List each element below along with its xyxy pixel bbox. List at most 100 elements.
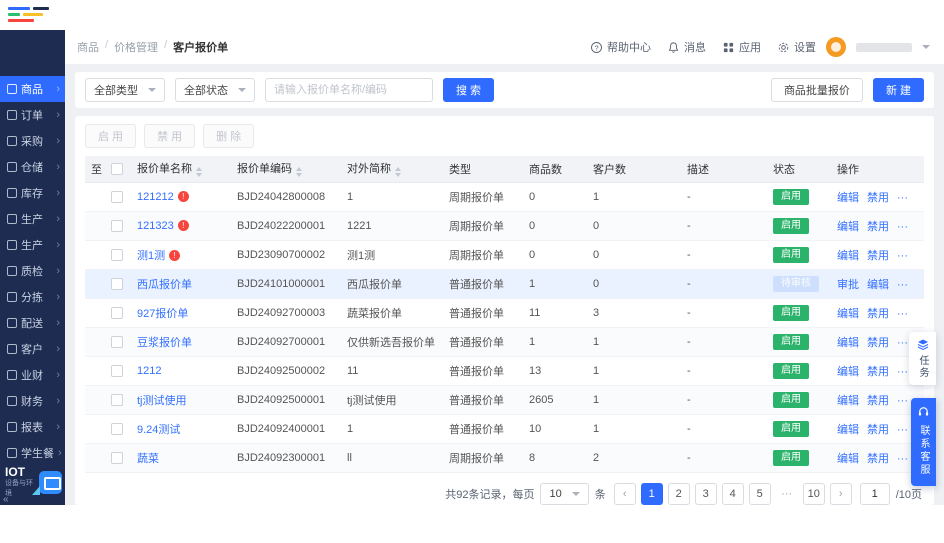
chevron-down-icon[interactable] [922, 45, 930, 49]
op-link[interactable]: 禁用 [867, 250, 889, 262]
disable-button[interactable]: 禁 用 [144, 124, 196, 148]
op-link[interactable]: 编辑 [837, 337, 859, 349]
sidebar-item-5[interactable]: 生产 › [0, 206, 65, 232]
op-link[interactable]: ··· [897, 395, 908, 407]
op-link[interactable]: 禁用 [867, 395, 889, 407]
topbar-action-help[interactable]: ? 帮助中心 [590, 39, 651, 55]
op-link[interactable]: 编辑 [867, 279, 889, 291]
tasks-float-button[interactable]: 任务 [909, 332, 936, 385]
next-page-button[interactable]: › [829, 482, 852, 505]
op-link[interactable]: 编辑 [837, 250, 859, 262]
quote-name-link[interactable]: 1212 [137, 365, 161, 377]
sidebar-item-12[interactable]: 财务 › [0, 388, 65, 414]
sidebar-item-14[interactable]: 学生餐 › [0, 440, 65, 466]
sidebar-item-7[interactable]: 质检 › [0, 258, 65, 284]
row-checkbox[interactable] [111, 306, 123, 319]
op-link[interactable]: ··· [897, 337, 908, 349]
page-button[interactable]: 2 [667, 482, 690, 505]
quote-name-link[interactable]: 927报价单 [137, 308, 188, 320]
op-link[interactable]: 编辑 [837, 308, 859, 320]
op-link[interactable]: ··· [897, 279, 908, 291]
sidebar-item-3[interactable]: 仓储 › [0, 154, 65, 180]
op-link[interactable]: 编辑 [837, 395, 859, 407]
op-link[interactable]: 禁用 [867, 192, 889, 204]
op-link[interactable]: 禁用 [867, 337, 889, 349]
sidebar-item-11[interactable]: 业财 › [0, 362, 65, 388]
sidebar-item-13[interactable]: 报表 › [0, 414, 65, 440]
quote-name-link[interactable]: 豆浆报价单 [137, 337, 192, 349]
sidebar-collapse-icon[interactable]: « [3, 494, 9, 505]
sidebar-item-2[interactable]: 采购 › [0, 128, 65, 154]
topbar-action-gear[interactable]: 设置 [777, 39, 816, 55]
quote-name-link[interactable]: 121212 [137, 191, 174, 203]
quote-name-link[interactable]: 西瓜报价单 [137, 279, 192, 291]
iot-device-icon[interactable] [32, 470, 62, 495]
op-link[interactable]: 禁用 [867, 424, 889, 436]
breadcrumb-item[interactable]: 商品 [77, 39, 99, 55]
op-link[interactable]: ··· [897, 250, 908, 262]
sidebar-item-8[interactable]: 分拣 › [0, 284, 65, 310]
row-checkbox[interactable] [111, 219, 123, 232]
op-link[interactable]: 编辑 [837, 424, 859, 436]
op-link[interactable]: 编辑 [837, 221, 859, 233]
sidebar-item-4[interactable]: 库存 › [0, 180, 65, 206]
enable-button[interactable]: 启 用 [85, 124, 137, 148]
create-button[interactable]: 新 建 [872, 78, 924, 102]
search-input[interactable] [265, 78, 433, 102]
delete-button[interactable]: 删 除 [203, 124, 255, 148]
quote-name-link[interactable]: 9.24测试 [137, 424, 180, 436]
topbar-action-bell[interactable]: 消息 [667, 39, 706, 55]
batch-quote-button[interactable]: 商品批量报价 [770, 78, 863, 102]
expand-all-header[interactable]: 至 [85, 156, 105, 183]
breadcrumb-item[interactable]: 价格管理 [114, 39, 158, 55]
page-button[interactable]: 1 [640, 482, 663, 505]
select-all-checkbox[interactable] [111, 162, 123, 175]
op-link[interactable]: 禁用 [867, 308, 889, 320]
sidebar-item-9[interactable]: 配送 › [0, 310, 65, 336]
page-button[interactable]: 4 [721, 482, 744, 505]
op-link[interactable]: ··· [897, 453, 908, 465]
op-link[interactable]: ··· [897, 366, 908, 378]
row-checkbox[interactable] [111, 422, 123, 435]
row-checkbox[interactable] [111, 335, 123, 348]
sort-icon[interactable] [395, 167, 401, 178]
op-link[interactable]: 编辑 [837, 453, 859, 465]
op-link[interactable]: 禁用 [867, 366, 889, 378]
quote-name-link[interactable]: 测1测 [137, 250, 165, 262]
sort-icon[interactable] [196, 167, 202, 178]
op-link[interactable]: 禁用 [867, 221, 889, 233]
sidebar-item-6[interactable]: 生产 › [0, 232, 65, 258]
row-checkbox[interactable] [111, 248, 123, 261]
topbar-action-apps[interactable]: 应用 [722, 39, 761, 55]
op-link[interactable]: 编辑 [837, 366, 859, 378]
page-jump-input[interactable] [859, 482, 890, 505]
search-button[interactable]: 搜 索 [443, 78, 495, 102]
op-link[interactable]: ··· [897, 192, 908, 204]
quote-name-link[interactable]: tj测试使用 [137, 395, 187, 407]
quote-name-link[interactable]: 121323 [137, 220, 174, 232]
row-checkbox[interactable] [111, 364, 123, 377]
quote-name-link[interactable]: 蔬菜 [137, 453, 159, 465]
sidebar-item-10[interactable]: 客户 › [0, 336, 65, 362]
page-size-select[interactable]: 10 [540, 482, 589, 505]
status-select[interactable]: 全部状态 [175, 78, 255, 102]
prev-page-button[interactable]: ‹ [613, 482, 636, 505]
page-button[interactable]: 5 [748, 482, 771, 505]
row-checkbox[interactable] [111, 451, 123, 464]
op-link[interactable]: 禁用 [867, 453, 889, 465]
sidebar-item-0[interactable]: 商品 › [0, 76, 65, 102]
avatar[interactable] [826, 37, 846, 57]
op-link[interactable]: ··· [897, 424, 908, 436]
page-button[interactable]: 10 [802, 482, 825, 505]
type-select[interactable]: 全部类型 [85, 78, 165, 102]
op-link[interactable]: 审批 [837, 279, 859, 291]
op-link[interactable]: ··· [897, 221, 908, 233]
op-link[interactable]: ··· [897, 308, 908, 320]
row-checkbox[interactable] [111, 277, 123, 290]
op-link[interactable]: 编辑 [837, 192, 859, 204]
sort-icon[interactable] [296, 167, 302, 178]
row-checkbox[interactable] [111, 190, 123, 203]
customer-service-float-button[interactable]: 联系客服 [911, 398, 936, 486]
page-button[interactable]: 3 [694, 482, 717, 505]
sidebar-item-1[interactable]: 订单 › [0, 102, 65, 128]
